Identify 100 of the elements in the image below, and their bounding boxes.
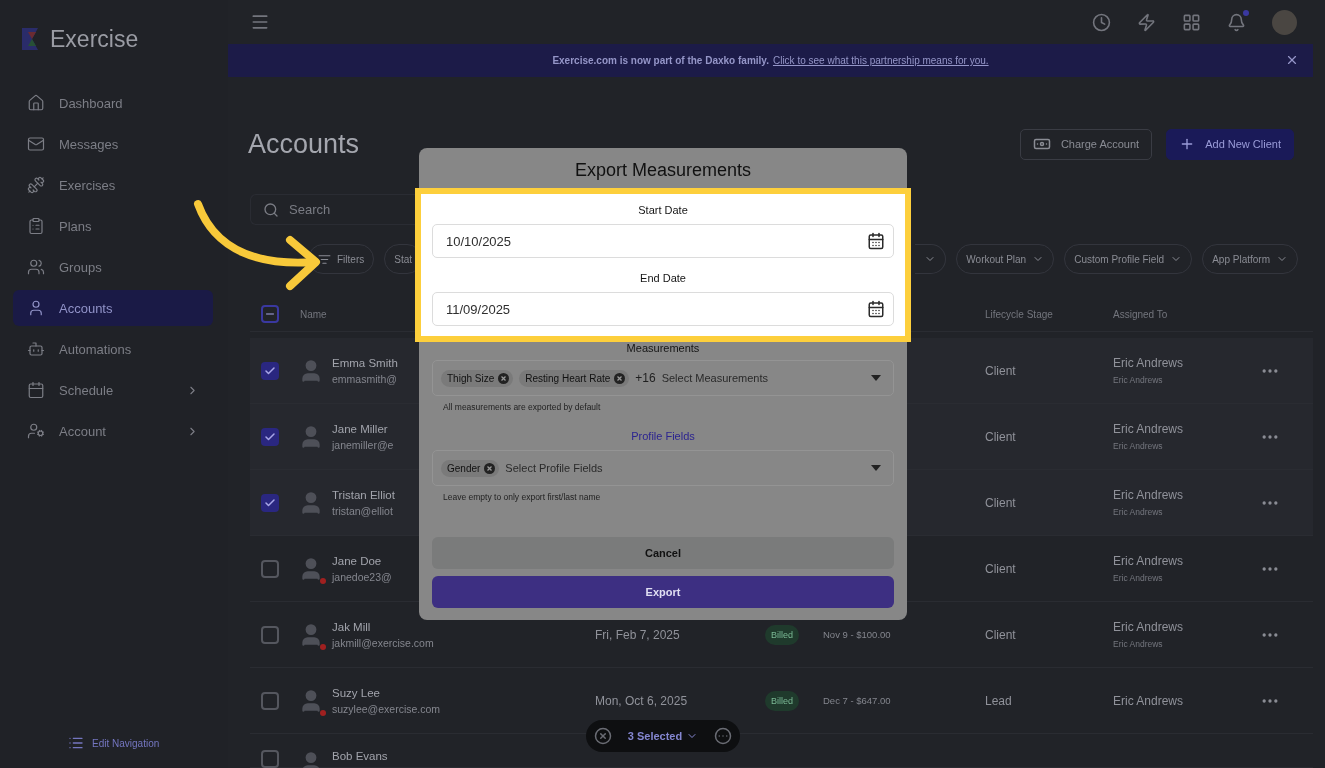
bell-icon[interactable] — [1227, 12, 1246, 32]
remove-icon[interactable] — [498, 372, 510, 384]
selection-dropdown[interactable]: 3 Selected — [621, 729, 705, 743]
dumbbell-icon — [27, 176, 45, 194]
date-field[interactable]: 10/10/2025 — [432, 224, 894, 258]
lifecycle-cell: Client — [985, 627, 1016, 642]
clock-icon[interactable] — [1092, 12, 1111, 32]
lifecycle-cell: Client — [985, 363, 1016, 378]
select-placeholder: Select Profile Fields — [505, 462, 604, 474]
row-checkbox[interactable] — [261, 559, 279, 578]
assigned-name: Eric Andrews — [1113, 488, 1184, 502]
select-all-checkbox[interactable] — [261, 305, 279, 323]
column-header: Assigned To — [1113, 308, 1168, 320]
assigned-subtext: Eric Andrews — [1113, 507, 1163, 517]
client-name[interactable]: Jane Doe — [332, 554, 382, 567]
date-input[interactable]: 10/10/2025 — [444, 232, 867, 250]
assigned-subtext: Eric Andrews — [1113, 639, 1163, 649]
search-input[interactable]: Search — [287, 201, 401, 218]
user-icon — [27, 299, 45, 317]
sidebar-item[interactable]: Automations — [13, 331, 213, 367]
multi-select[interactable]: Gender Select Profile Fields — [432, 450, 894, 486]
field-label: Measurements — [626, 342, 700, 354]
close-icon[interactable] — [594, 727, 612, 745]
billing-status: Billed — [765, 624, 799, 645]
search-icon — [263, 201, 279, 218]
charge-account-button[interactable]: Charge Account — [1019, 128, 1153, 160]
assigned-name: Eric Andrews — [1113, 356, 1184, 370]
search-field[interactable]: Search — [250, 194, 415, 225]
client-email: janemiller@e — [332, 438, 394, 451]
grid-icon[interactable] — [1182, 12, 1201, 32]
client-email: tristan@elliot — [332, 504, 393, 517]
assigned-name: Eric Andrews — [1113, 422, 1184, 436]
row-checkbox[interactable] — [261, 493, 279, 512]
assigned-name: Eric Andrews — [1113, 554, 1184, 568]
sidebar-item-label: Account — [59, 423, 107, 439]
sidebar-item-label: Messages — [59, 136, 120, 152]
caret-icon — [871, 375, 881, 381]
status-dot — [320, 577, 326, 584]
banner-link[interactable]: Click to see what this partnership means for you. — [772, 55, 989, 67]
client-email: emmasmith@ — [332, 372, 397, 385]
sidebar-item[interactable]: Plans — [13, 208, 213, 244]
client-name[interactable]: Tristan Elliot — [332, 488, 395, 501]
sidebar-item[interactable]: Accounts — [13, 290, 213, 326]
lifecycle-cell: Lead — [985, 693, 1012, 708]
lifecycle-cell: Client — [985, 561, 1016, 576]
filter-icon — [318, 252, 331, 266]
sidebar-item[interactable]: Account — [13, 413, 213, 449]
calendar-icon[interactable] — [867, 300, 885, 318]
client-name[interactable]: Jak Mill — [332, 620, 371, 633]
multi-select[interactable]: Thigh Size Resting Heart Rate +16 Select Measurements — [432, 360, 894, 396]
row-checkbox[interactable] — [261, 361, 279, 380]
calendar-icon[interactable] — [867, 232, 885, 250]
edit-navigation-link[interactable]: Edit Navigation — [0, 735, 228, 768]
remove-icon[interactable] — [614, 372, 626, 384]
assigned-name: Eric Andrews — [1113, 693, 1184, 708]
sidebar-item-label: Exercises — [59, 177, 117, 193]
list-icon — [68, 735, 84, 751]
sidebar-item-label: Groups — [59, 259, 103, 275]
row-checkbox[interactable] — [261, 427, 279, 446]
dialog-title: Export Measurements — [573, 160, 753, 182]
check-icon — [264, 430, 276, 443]
banner-message: Exercise.com is now part of the Daxko family. — [552, 55, 769, 67]
sidebar-item[interactable]: Groups — [13, 249, 213, 285]
client-name[interactable]: Emma Smith — [332, 356, 398, 369]
sidebar-item[interactable]: Exercises — [13, 167, 213, 203]
add-client-button[interactable]: Add New Client — [1166, 128, 1294, 160]
page-title: Accounts — [248, 128, 360, 160]
sidebar-item-label: Accounts — [59, 300, 114, 316]
selected-chip[interactable]: Gender — [441, 459, 500, 477]
cancel-button[interactable]: Cancel — [432, 537, 894, 569]
mail-icon — [27, 135, 45, 153]
row-checkbox[interactable] — [261, 691, 279, 710]
client-email: jakmill@exercise.com — [332, 636, 434, 649]
client-email: suzylee@exercise.com — [332, 702, 441, 715]
row-checkbox[interactable] — [261, 750, 279, 768]
remove-icon[interactable] — [484, 462, 496, 474]
more-icon[interactable] — [714, 727, 732, 745]
lightning-icon[interactable] — [1137, 12, 1156, 32]
date-input[interactable]: 11/09/2025 — [444, 300, 867, 318]
client-email: janedoe23@ — [332, 570, 392, 583]
client-name[interactable]: Suzy Lee — [332, 686, 380, 699]
field-label: Profile Fields — [631, 430, 695, 442]
sidebar-item[interactable]: Dashboard — [13, 85, 213, 121]
select-placeholder: Select Measurements — [661, 372, 770, 384]
status-dot — [320, 643, 326, 650]
sidebar-item[interactable]: Messages — [13, 126, 213, 162]
assigned-subtext: Eric Andrews — [1113, 375, 1163, 385]
sidebar-item-label: Automations — [59, 341, 133, 357]
assigned-subtext: Eric Andrews — [1113, 441, 1163, 451]
row-checkbox[interactable] — [261, 625, 279, 644]
client-name[interactable]: Jane Miller — [332, 422, 388, 435]
sidebar-item[interactable]: Schedule — [13, 372, 213, 408]
client-name[interactable]: Bob Evans — [332, 750, 388, 762]
status-dot — [320, 709, 326, 716]
assigned-subtext: Eric Andrews — [1113, 573, 1163, 583]
users-icon — [27, 258, 45, 276]
export-button[interactable]: Export — [432, 576, 894, 608]
selected-chip[interactable]: Resting Heart Rate — [519, 369, 630, 387]
selected-chip[interactable]: Thigh Size — [441, 369, 514, 387]
date-field[interactable]: 11/09/2025 — [432, 292, 894, 326]
